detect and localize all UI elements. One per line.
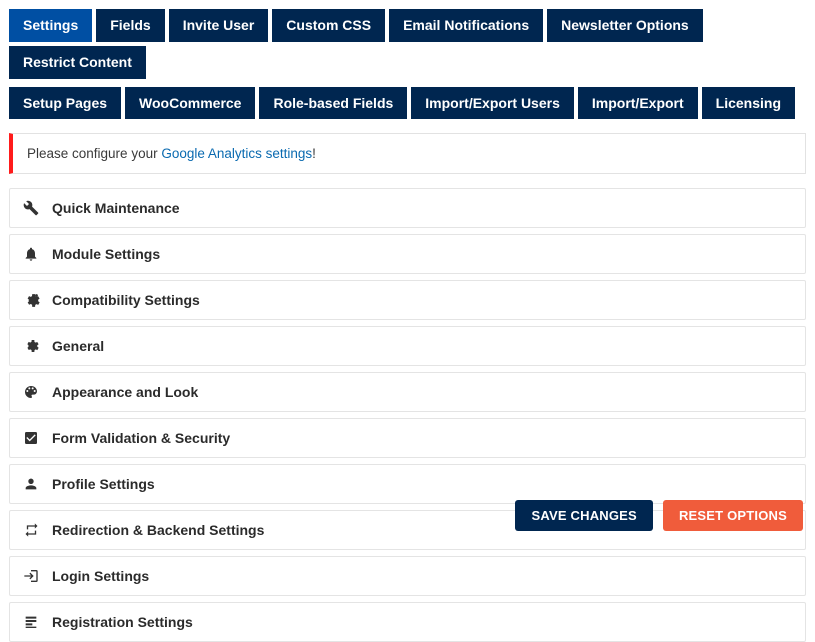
panel-module-settings[interactable]: Module Settings	[9, 234, 806, 274]
panel-label: Registration Settings	[52, 614, 193, 630]
panel-label: Compatibility Settings	[52, 292, 200, 308]
panel-label: General	[52, 338, 104, 354]
panel-general[interactable]: General	[9, 326, 806, 366]
tab-invite-user[interactable]: Invite User	[169, 9, 269, 42]
config-notice: Please configure your Google Analytics s…	[9, 133, 806, 174]
footer-buttons: SAVE CHANGES RESET OPTIONS	[515, 500, 803, 531]
panel-label: Redirection & Backend Settings	[52, 522, 264, 538]
reset-button[interactable]: RESET OPTIONS	[663, 500, 803, 531]
panel-label: Appearance and Look	[52, 384, 198, 400]
panel-registration-settings[interactable]: Registration Settings	[9, 602, 806, 642]
tab-custom-css[interactable]: Custom CSS	[272, 9, 385, 42]
panel-quick-maintenance[interactable]: Quick Maintenance	[9, 188, 806, 228]
cogs-icon	[22, 291, 40, 309]
tab-email-notifications[interactable]: Email Notifications	[389, 9, 543, 42]
check-square-icon	[22, 429, 40, 447]
form-icon	[22, 613, 40, 631]
panel-form-validation[interactable]: Form Validation & Security	[9, 418, 806, 458]
notice-link[interactable]: Google Analytics settings	[161, 146, 312, 161]
palette-icon	[22, 383, 40, 401]
tab-fields[interactable]: Fields	[96, 9, 164, 42]
settings-panels: Quick Maintenance Module Settings Compatib…	[0, 188, 815, 642]
gear-icon	[22, 337, 40, 355]
save-button[interactable]: SAVE CHANGES	[515, 500, 652, 531]
panel-label: Module Settings	[52, 246, 160, 262]
panel-compatibility-settings[interactable]: Compatibility Settings	[9, 280, 806, 320]
notice-suffix: !	[312, 146, 316, 161]
tab-woocommerce[interactable]: WooCommerce	[125, 87, 255, 120]
tools-icon	[22, 199, 40, 217]
bell-icon	[22, 245, 40, 263]
panel-label: Profile Settings	[52, 476, 155, 492]
panel-appearance[interactable]: Appearance and Look	[9, 372, 806, 412]
tab-setup-pages[interactable]: Setup Pages	[9, 87, 121, 120]
tab-import-export[interactable]: Import/Export	[578, 87, 698, 120]
panel-profile-settings[interactable]: Profile Settings	[9, 464, 806, 504]
panel-label: Form Validation & Security	[52, 430, 230, 446]
tab-bar: SettingsFieldsInvite UserCustom CSSEmail…	[0, 0, 815, 119]
tab-settings[interactable]: Settings	[9, 9, 92, 42]
signin-icon	[22, 567, 40, 585]
panel-login-settings[interactable]: Login Settings	[9, 556, 806, 596]
notice-prefix: Please configure your	[27, 146, 161, 161]
tab-import-export-users[interactable]: Import/Export Users	[411, 87, 574, 120]
panel-label: Login Settings	[52, 568, 149, 584]
tab-licensing[interactable]: Licensing	[702, 87, 795, 120]
panel-label: Quick Maintenance	[52, 200, 180, 216]
tab-newsletter-options[interactable]: Newsletter Options	[547, 9, 703, 42]
user-icon	[22, 475, 40, 493]
tab-restrict-content[interactable]: Restrict Content	[9, 46, 146, 79]
tab-role-based-fields[interactable]: Role-based Fields	[259, 87, 407, 120]
retweet-icon	[22, 521, 40, 539]
